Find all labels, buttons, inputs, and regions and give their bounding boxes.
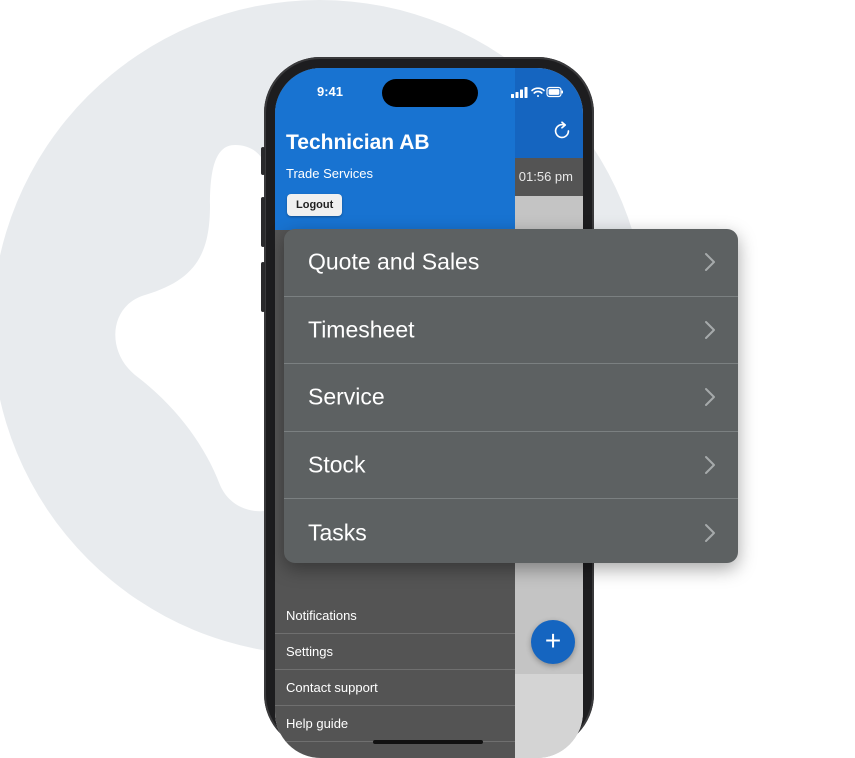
home-indicator — [373, 740, 483, 744]
company-name: Technician AB — [286, 131, 430, 154]
volume-down-button — [261, 262, 265, 312]
module-menu: Quote and Sales Timesheet Service Stock … — [284, 229, 738, 563]
volume-up-button — [261, 197, 265, 247]
menu-item-timesheet[interactable]: Timesheet — [284, 297, 738, 364]
drawer-item-settings[interactable]: Settings — [275, 634, 515, 670]
refresh-icon[interactable] — [551, 120, 573, 142]
menu-item-label: Service — [308, 383, 385, 410]
menu-item-stock[interactable]: Stock — [284, 432, 738, 499]
battery-icon — [546, 86, 563, 98]
date-text: c 01:56 pm — [508, 169, 573, 184]
status-icons — [511, 86, 563, 98]
action-button — [261, 147, 265, 175]
chevron-right-icon — [705, 455, 715, 474]
menu-item-label: Timesheet — [308, 316, 415, 343]
chevron-right-icon — [705, 388, 715, 407]
menu-item-label: Quote and Sales — [308, 248, 480, 275]
chevron-right-icon — [705, 253, 715, 272]
menu-item-tasks[interactable]: Tasks — [284, 499, 738, 563]
plus-icon: + — [544, 625, 562, 656]
add-button[interactable]: + — [531, 620, 575, 664]
menu-item-quote-and-sales[interactable]: Quote and Sales — [284, 229, 738, 297]
menu-item-label: Tasks — [308, 519, 367, 546]
signal-icon — [511, 87, 528, 98]
menu-item-service[interactable]: Service — [284, 364, 738, 432]
wifi-icon — [531, 87, 545, 97]
status-time: 9:41 — [317, 84, 344, 99]
chevron-right-icon — [705, 320, 715, 339]
dynamic-island — [382, 79, 478, 107]
company-subtitle: Trade Services — [286, 166, 373, 181]
logout-button[interactable]: Logout — [287, 194, 343, 216]
drawer-item-help-guide[interactable]: Help guide — [275, 706, 515, 742]
drawer-list: Notifications Settings Contact support H… — [275, 598, 515, 742]
drawer-item-contact-support[interactable]: Contact support — [275, 670, 515, 706]
drawer-item-notifications[interactable]: Notifications — [275, 598, 515, 634]
menu-item-label: Stock — [308, 451, 366, 478]
chevron-right-icon — [705, 523, 715, 542]
